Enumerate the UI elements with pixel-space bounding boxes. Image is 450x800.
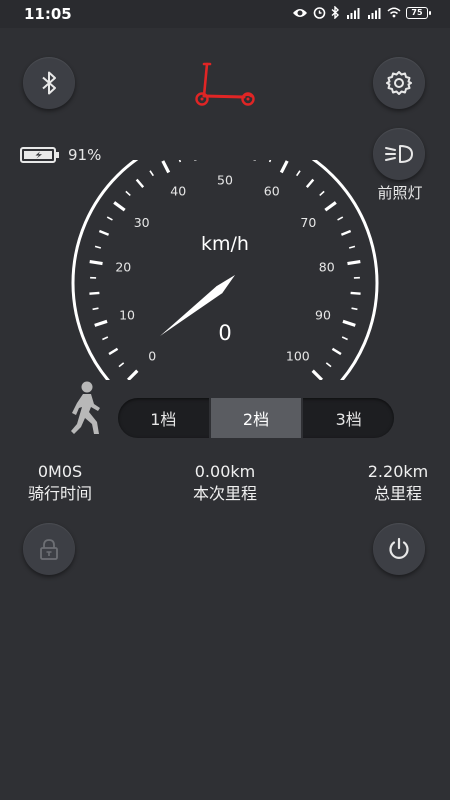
alarm-icon bbox=[313, 7, 326, 19]
status-icons: 75 bbox=[292, 6, 431, 19]
gauge-tick bbox=[342, 319, 356, 327]
ride-time-stat: 0M0S 骑行时间 bbox=[10, 461, 110, 505]
gauge-tick bbox=[125, 190, 131, 197]
eye-icon bbox=[293, 8, 307, 17]
status-time: 11:05 bbox=[24, 5, 72, 23]
gauge-tick bbox=[98, 229, 110, 236]
bluetooth-button[interactable] bbox=[23, 57, 75, 109]
gauge-scale-label: 40 bbox=[170, 184, 186, 199]
gauge-tick bbox=[347, 259, 361, 266]
status-bar: 11:05 75 bbox=[0, 0, 450, 28]
power-button[interactable] bbox=[373, 523, 425, 575]
gauge-tick bbox=[350, 291, 361, 295]
gauge-tick bbox=[340, 229, 352, 236]
ride-time-label: 骑行时间 bbox=[27, 484, 92, 503]
wifi-icon bbox=[387, 7, 401, 18]
total-distance-value: 2.20km bbox=[367, 462, 429, 481]
total-distance-label: 总里程 bbox=[373, 484, 422, 503]
trip-distance-stat: 0.00km 本次里程 bbox=[170, 461, 280, 505]
gauge-tick bbox=[161, 160, 171, 174]
lock-button[interactable] bbox=[23, 523, 75, 575]
gauge-scale-label: 50 bbox=[217, 173, 233, 188]
status-battery-icon: 75 bbox=[406, 6, 431, 19]
total-distance-stat: 2.20km 总里程 bbox=[350, 461, 446, 505]
gauge-scale-label: 100 bbox=[286, 348, 310, 363]
gear-icon bbox=[386, 71, 412, 95]
trip-distance-value: 0.00km bbox=[194, 462, 256, 481]
settings-button[interactable] bbox=[373, 57, 425, 109]
gauge-tick bbox=[305, 178, 315, 188]
signal-icon-1 bbox=[347, 7, 360, 19]
walker-icon bbox=[66, 380, 106, 440]
gauge-tick bbox=[94, 245, 102, 249]
gauge-tick bbox=[149, 170, 154, 177]
gauge-tick bbox=[135, 178, 145, 188]
gauge-tick bbox=[102, 336, 109, 341]
signal-icon-2 bbox=[368, 7, 381, 19]
status-battery-level: 75 bbox=[411, 8, 423, 17]
gauge-tick bbox=[108, 347, 119, 356]
power-icon bbox=[389, 537, 409, 559]
gauge-scale-label: 80 bbox=[319, 259, 335, 274]
gauge-tick bbox=[279, 160, 289, 174]
gauge-tick bbox=[337, 216, 344, 221]
trip-distance-label: 本次里程 bbox=[192, 484, 257, 503]
lock-icon bbox=[40, 539, 58, 560]
gauge-tick bbox=[331, 347, 342, 356]
scooter-icon bbox=[190, 62, 260, 112]
ride-time-value: 0M0S bbox=[37, 462, 83, 481]
speed-readout: 0 bbox=[218, 321, 231, 345]
gauge-tick bbox=[92, 307, 99, 311]
gauge-tick bbox=[94, 319, 108, 327]
gauge-tick bbox=[113, 201, 126, 212]
bluetooth-status-icon bbox=[331, 6, 340, 19]
gauge-tick bbox=[351, 307, 358, 311]
speed-unit: km/h bbox=[201, 233, 249, 255]
gauge-tick bbox=[348, 245, 356, 249]
gauge-tick bbox=[178, 160, 182, 163]
gauge-scale-label: 0 bbox=[148, 348, 156, 363]
gauge-tick bbox=[341, 336, 348, 341]
gauge-tick bbox=[311, 369, 324, 380]
gauge-tick bbox=[268, 160, 272, 163]
gauge-scale-label: 60 bbox=[264, 184, 280, 199]
gauge-tick bbox=[296, 170, 301, 177]
gauge-scale-label: 30 bbox=[134, 215, 150, 230]
gauge-tick bbox=[319, 190, 325, 197]
gear-3-button[interactable]: 3档 bbox=[303, 398, 394, 438]
gauge-scale-label: 70 bbox=[300, 215, 316, 230]
gauge-scale-label: 90 bbox=[315, 307, 331, 322]
gauge-tick bbox=[89, 259, 103, 266]
gauge-tick bbox=[89, 291, 100, 295]
gear-1-button[interactable]: 1档 bbox=[118, 398, 209, 438]
gear-2-button[interactable]: 2档 bbox=[210, 398, 302, 438]
gauge-tick bbox=[324, 201, 337, 212]
gauge-tick bbox=[118, 362, 125, 368]
speedometer: 0 10 20 30 40 50 60 70 80 90 100 km/h 0 bbox=[71, 160, 379, 380]
bluetooth-icon bbox=[42, 71, 56, 95]
gauge-tick bbox=[106, 216, 113, 221]
gauge-tick bbox=[126, 369, 139, 380]
gauge-tick bbox=[325, 362, 332, 368]
gauge-scale-label: 10 bbox=[119, 307, 135, 322]
gear-selector: 1档 2档 3档 bbox=[118, 398, 394, 438]
gauge-scale-label: 20 bbox=[115, 259, 131, 274]
